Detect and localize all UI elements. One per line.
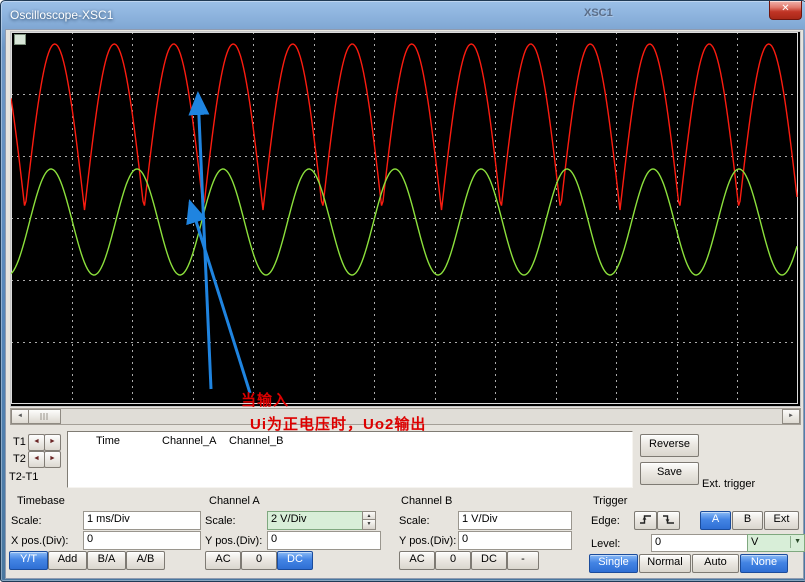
window-title: Oscilloscope-XSC1 xyxy=(10,8,113,22)
channel-a-rectified-output xyxy=(11,44,797,210)
close-icon: ✕ xyxy=(781,3,789,14)
scope-screen xyxy=(10,31,801,407)
timebase-xpos-label: X pos.(Div): xyxy=(11,535,68,547)
channel-a-scale-field[interactable]: 2 V/Div xyxy=(267,511,370,530)
channel-b-dc-button[interactable]: DC xyxy=(471,551,507,570)
t2-t1-label: T2-T1 xyxy=(9,471,38,483)
trigger-single-button[interactable]: Single xyxy=(589,554,638,573)
channel-a-scale-label: Scale: xyxy=(205,515,236,527)
channel-b-zero-button[interactable]: 0 xyxy=(435,551,471,570)
right-arrow-icon: ► xyxy=(788,413,794,419)
channel-a-scale-spinner[interactable]: ▲ ▼ xyxy=(362,511,374,528)
trigger-level-label: Level: xyxy=(591,538,620,550)
scroll-left-button[interactable]: ◄ xyxy=(11,409,29,424)
timebase-yt-button[interactable]: Y/T xyxy=(9,551,48,570)
rising-edge-icon xyxy=(639,514,652,525)
trigger-source-ext-button[interactable]: Ext xyxy=(764,511,799,530)
left-arrow-icon: ◄ xyxy=(33,455,40,462)
trigger-falling-edge-button[interactable] xyxy=(657,511,680,530)
trigger-source-a-button[interactable]: A xyxy=(700,511,731,530)
column-time: Time xyxy=(96,435,120,447)
t1-label: T1 xyxy=(13,436,26,448)
column-channel-a: Channel_A xyxy=(162,435,216,447)
ext-trigger-label: Ext. trigger xyxy=(702,478,755,490)
channel-b-input-sine xyxy=(11,169,797,275)
left-arrow-icon: ◄ xyxy=(33,438,40,445)
channel-b-ypos-field[interactable]: 0 xyxy=(458,531,572,550)
reverse-button[interactable]: Reverse xyxy=(640,434,699,457)
annotation-text-line1: 当输入 xyxy=(241,389,289,410)
falling-edge-icon xyxy=(662,514,675,525)
right-arrow-icon: ► xyxy=(49,438,56,445)
column-channel-b: Channel_B xyxy=(229,435,283,447)
channel-a-zero-button[interactable]: 0 xyxy=(241,551,277,570)
dropdown-arrow-icon: ▼ xyxy=(790,536,803,548)
trigger-rising-edge-button[interactable] xyxy=(634,511,657,530)
right-arrow-icon: ► xyxy=(49,455,56,462)
channel-a-ypos-field[interactable]: 0 xyxy=(267,531,381,550)
channel-a-dc-button[interactable]: DC xyxy=(277,551,313,570)
timebase-add-button[interactable]: Add xyxy=(48,551,87,570)
trigger-normal-button[interactable]: Normal xyxy=(639,554,691,573)
scroll-thumb[interactable] xyxy=(28,409,61,424)
channel-a-ypos-label: Y pos.(Div): xyxy=(205,535,262,547)
timebase-ab-button[interactable]: A/B xyxy=(126,551,165,570)
instrument-ghost-label: XSC1 xyxy=(584,7,613,19)
trigger-edge-label: Edge: xyxy=(591,515,620,527)
timebase-title: Timebase xyxy=(17,495,65,507)
close-button[interactable]: ✕ xyxy=(769,1,802,20)
save-button[interactable]: Save xyxy=(640,462,699,485)
trigger-source-b-button[interactable]: B xyxy=(732,511,763,530)
spinner-down-button[interactable]: ▼ xyxy=(362,519,376,530)
t1-right-button[interactable]: ► xyxy=(44,434,61,451)
channel-b-scale-field[interactable]: 1 V/Div xyxy=(458,511,572,530)
down-arrow-icon: ▼ xyxy=(367,521,372,527)
t2-right-button[interactable]: ► xyxy=(44,451,61,468)
thumb-grip-icon xyxy=(40,413,49,420)
t2-left-button[interactable]: ◄ xyxy=(28,451,45,468)
channel-b-ypos-label: Y pos.(Div): xyxy=(399,535,456,547)
t2-label: T2 xyxy=(13,453,26,465)
left-arrow-icon: ◄ xyxy=(17,413,23,419)
channel-b-minus-button[interactable]: - xyxy=(507,551,539,570)
trigger-level-unit-select[interactable]: V ▼ xyxy=(747,534,805,552)
cursor-readout-list: Time Channel_A Channel_B xyxy=(67,431,633,488)
channel-b-ac-button[interactable]: AC xyxy=(399,551,435,570)
t1-left-button[interactable]: ◄ xyxy=(28,434,45,451)
channel-a-title: Channel A xyxy=(209,495,260,507)
waveform-display xyxy=(11,32,798,404)
annotation-text-line2: Ui为正电压时，Uo2输出 xyxy=(250,413,426,434)
trigger-level-field[interactable]: 0 xyxy=(651,534,752,552)
oscilloscope-window: Oscilloscope-XSC1 XSC1 ✕ ◄ ► T1 ◄ ► T2 ◄… xyxy=(0,0,805,582)
t1-cursor-flag[interactable] xyxy=(14,34,26,45)
timebase-ba-button[interactable]: B/A xyxy=(87,551,126,570)
channel-b-title: Channel B xyxy=(401,495,452,507)
channel-a-ac-button[interactable]: AC xyxy=(205,551,241,570)
timebase-scale-label: Scale: xyxy=(11,515,42,527)
scroll-right-button[interactable]: ► xyxy=(782,409,800,424)
trigger-none-button[interactable]: None xyxy=(740,554,788,573)
channel-b-scale-label: Scale: xyxy=(399,515,430,527)
trigger-auto-button[interactable]: Auto xyxy=(692,554,739,573)
unit-value: V xyxy=(751,536,758,548)
trigger-title: Trigger xyxy=(593,495,627,507)
timebase-scale-field[interactable]: 1 ms/Div xyxy=(83,511,201,530)
timebase-xpos-field[interactable]: 0 xyxy=(83,531,201,550)
